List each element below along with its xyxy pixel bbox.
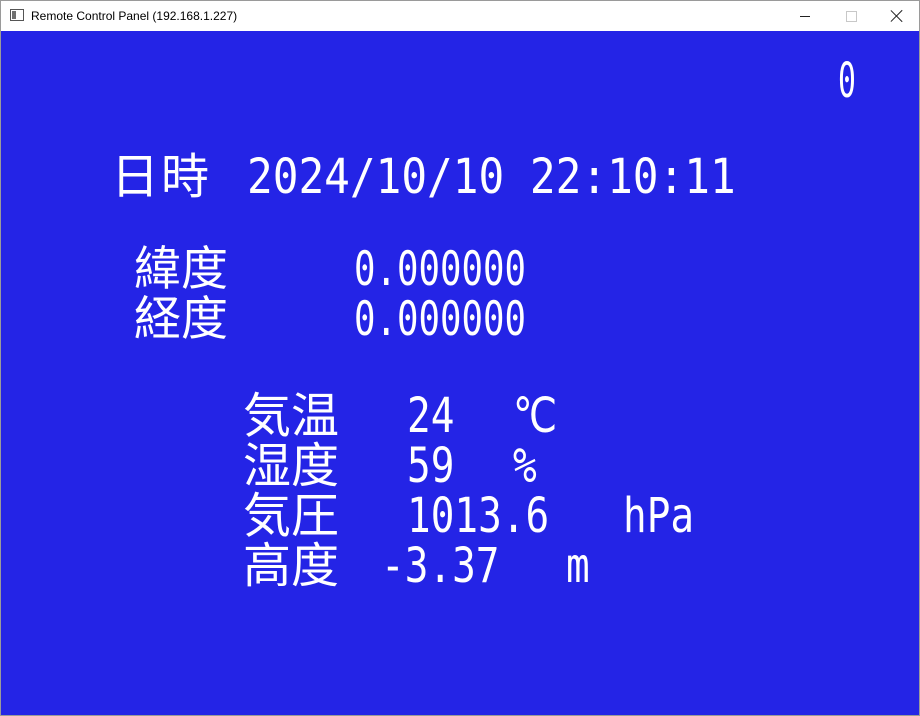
pressure-label: 気圧 bbox=[243, 488, 340, 544]
title-bar[interactable]: Remote Control Panel (192.168.1.227) bbox=[1, 1, 919, 31]
temperature-value: 24 bbox=[407, 388, 455, 444]
altitude-unit: m bbox=[566, 538, 590, 594]
datetime-label: 日時 bbox=[111, 149, 212, 205]
humidity-unit: % bbox=[513, 438, 537, 494]
longitude-value: 0.000000 bbox=[354, 292, 527, 347]
remote-control-panel-window: Remote Control Panel (192.168.1.227) 0 日… bbox=[0, 0, 920, 716]
datetime-value: 2024/10/10 22:10:11 bbox=[247, 149, 736, 205]
minimize-icon bbox=[800, 16, 810, 17]
temperature-label: 気温 bbox=[243, 388, 340, 444]
latitude-value: 0.000000 bbox=[354, 242, 527, 297]
maximize-icon bbox=[846, 11, 857, 22]
humidity-value: 59 bbox=[407, 438, 455, 494]
altitude-value: -3.37 bbox=[381, 538, 500, 594]
close-button[interactable] bbox=[874, 1, 920, 31]
altitude-label: 高度 bbox=[243, 538, 340, 594]
close-icon bbox=[890, 9, 904, 23]
maximize-button[interactable] bbox=[828, 1, 874, 31]
temperature-unit: ℃ bbox=[513, 388, 558, 444]
latitude-label: 緯度 bbox=[134, 242, 228, 297]
window-title: Remote Control Panel (192.168.1.227) bbox=[31, 9, 238, 23]
pressure-unit: hPa bbox=[623, 488, 695, 544]
minimize-button[interactable] bbox=[782, 1, 828, 31]
app-window-icon bbox=[10, 9, 24, 21]
counter-value: 0 bbox=[838, 53, 856, 109]
humidity-label: 湿度 bbox=[243, 438, 340, 494]
pressure-value: 1013.6 bbox=[407, 488, 550, 544]
longitude-label: 経度 bbox=[134, 292, 228, 347]
sensor-display-panel: 0 日時 2024/10/10 22:10:11 緯度 0.000000 経度 … bbox=[1, 31, 919, 715]
